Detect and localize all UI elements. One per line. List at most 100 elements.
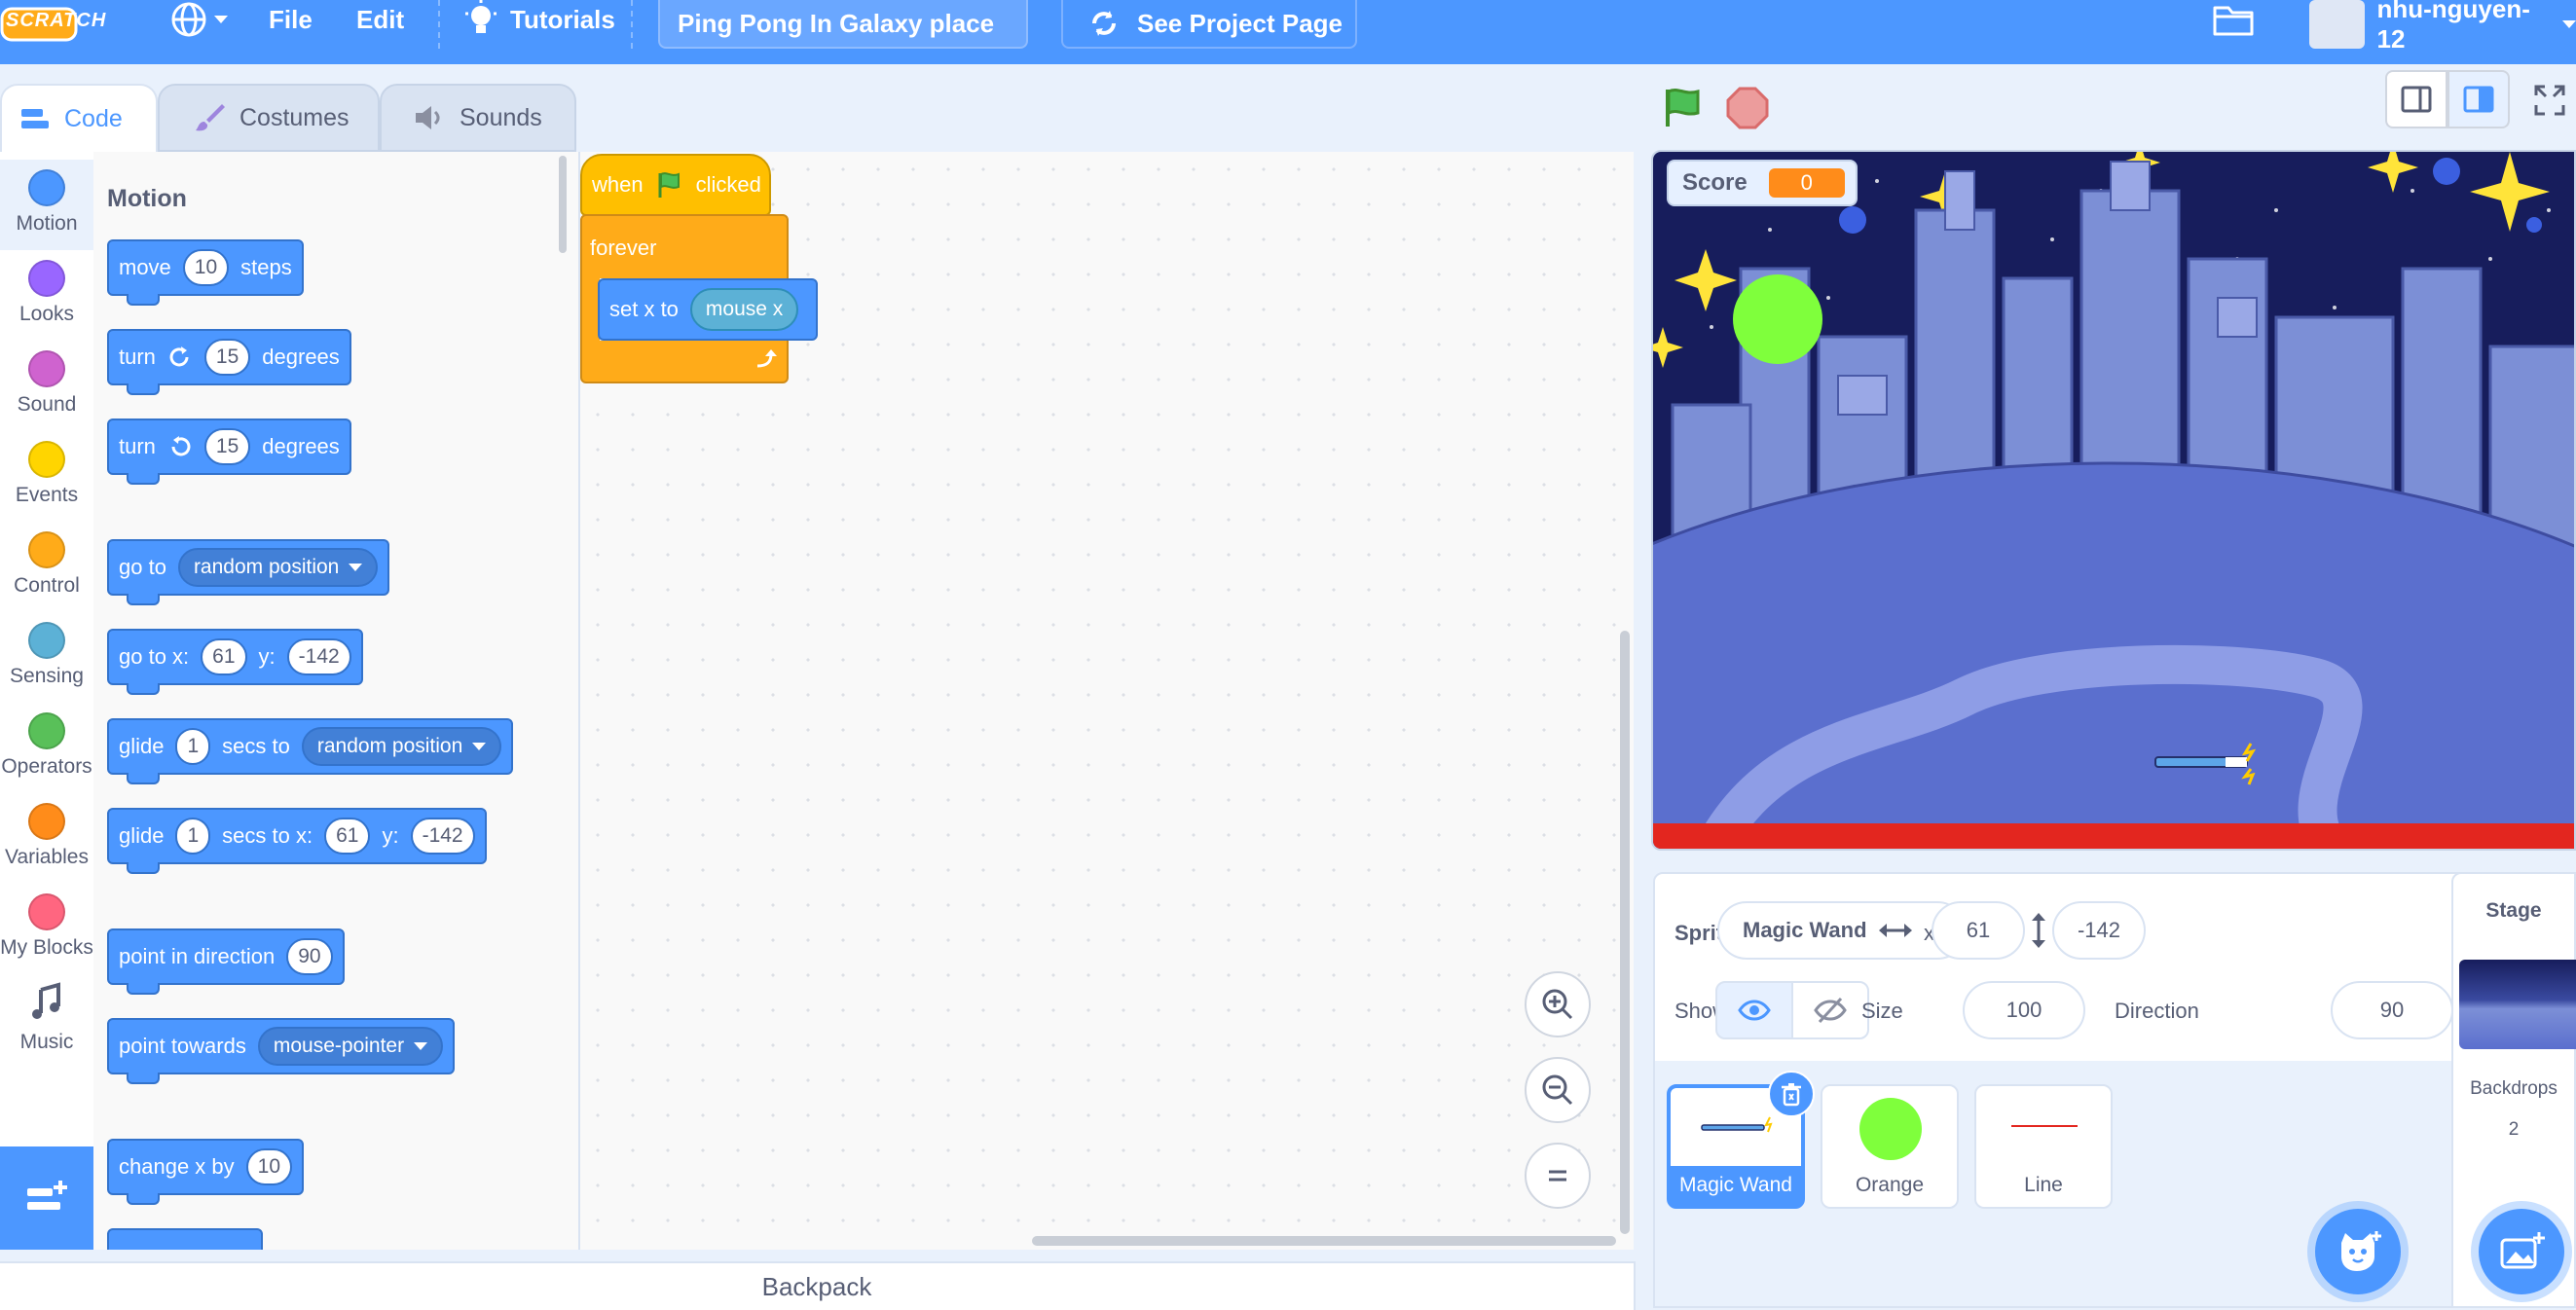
account-menu[interactable]: nhu-nguyen-12 — [2309, 0, 2576, 54]
y-input[interactable]: -142 — [2052, 901, 2146, 960]
category-music[interactable]: Music — [0, 974, 93, 1065]
score-monitor[interactable]: Score 0 — [1667, 160, 1858, 206]
degrees-input[interactable]: 15 — [203, 428, 251, 465]
username: nhu-nguyen-12 — [2376, 0, 2530, 54]
stage-canvas[interactable] — [1651, 150, 2576, 851]
scratch-logo[interactable]: SCRATCH — [0, 0, 105, 49]
mouse-x-reporter[interactable]: mouse x — [689, 288, 799, 331]
block-turn-left[interactable]: turn 15 degrees — [107, 418, 351, 485]
category-sensing[interactable]: Sensing — [0, 612, 93, 703]
zoom-in-button[interactable] — [1525, 971, 1591, 1037]
script-horizontal-scrollbar[interactable] — [1032, 1236, 1616, 1246]
zoom-reset-button[interactable] — [1525, 1143, 1591, 1209]
y-input[interactable]: -142 — [286, 638, 351, 675]
direction-input[interactable]: 90 — [2331, 981, 2453, 1039]
size-input[interactable]: 100 — [1963, 981, 2085, 1039]
target-dropdown[interactable]: mouse-pointer — [257, 1027, 444, 1066]
fullscreen-button[interactable] — [2523, 74, 2576, 127]
zoom-out-button[interactable] — [1525, 1057, 1591, 1123]
orange-ball-sprite[interactable] — [1733, 274, 1822, 364]
edit-menu[interactable]: Edit — [356, 0, 404, 39]
category-menu: Motion Looks Sound Events Control Sensin… — [0, 152, 95, 1250]
sprite-name: Orange — [1855, 1174, 1925, 1196]
delete-sprite-button[interactable] — [1768, 1071, 1815, 1117]
palette-scrollbar[interactable] — [559, 156, 567, 253]
tutorials-button[interactable]: Tutorials — [463, 0, 615, 39]
project-title-input[interactable]: Ping Pong In Galaxy place — [658, 0, 1028, 49]
rotate-left-icon — [171, 436, 191, 456]
change-x-input[interactable]: 10 — [245, 1148, 292, 1185]
large-stage-button[interactable] — [2447, 70, 2510, 128]
block-turn-right[interactable]: turn 15 degrees — [107, 329, 351, 395]
block-glide-to[interactable]: glide 1 secs to random position — [107, 718, 514, 784]
tab-code-label: Code — [64, 104, 123, 132]
block-change-x[interactable]: change x by 10 — [107, 1139, 304, 1205]
when-flag-clicked-block[interactable]: when clicked — [580, 154, 771, 216]
tab-code[interactable]: Code — [0, 84, 158, 152]
menu-divider — [631, 0, 633, 49]
degrees-input[interactable]: 15 — [203, 339, 251, 376]
category-my-blocks[interactable]: My Blocks — [0, 884, 93, 974]
green-flag-icon — [658, 172, 680, 198]
script-vertical-scrollbar[interactable] — [1620, 631, 1630, 1234]
category-sound[interactable]: Sound — [0, 341, 93, 431]
sprite-tile-line[interactable]: Line — [1974, 1084, 2113, 1209]
language-menu[interactable] — [169, 0, 228, 39]
motion-dot — [28, 169, 65, 206]
block-point-towards[interactable]: point towards mouse-pointer — [107, 1018, 456, 1084]
block-move-steps[interactable]: move 10 steps — [107, 239, 304, 306]
show-hidden-button[interactable] — [1791, 981, 1869, 1039]
add-extension-button[interactable] — [0, 1146, 93, 1250]
tab-sounds[interactable]: Sounds — [380, 84, 576, 152]
x-input[interactable]: 61 — [201, 638, 247, 675]
secs-input[interactable]: 1 — [175, 818, 211, 855]
add-backdrop-button[interactable] — [2479, 1209, 2564, 1294]
category-control[interactable]: Control — [0, 522, 93, 612]
file-menu[interactable]: File — [269, 0, 313, 39]
green-flag-button[interactable] — [1659, 84, 1708, 132]
block-text: when — [592, 172, 644, 197]
category-looks[interactable]: Looks — [0, 250, 93, 341]
set-x-block[interactable]: set x to mouse x — [598, 278, 818, 341]
sensing-dot — [28, 622, 65, 659]
target-dropdown[interactable]: random position — [177, 548, 379, 587]
add-sprite-button[interactable] — [2315, 1209, 2401, 1294]
block-go-to-xy[interactable]: go to x: 61 y: -142 — [107, 629, 363, 695]
variables-dot — [28, 803, 65, 840]
category-variables[interactable]: Variables — [0, 793, 93, 884]
my-stuff-button[interactable] — [2212, 0, 2255, 39]
see-project-label: See Project Page — [1137, 8, 1343, 38]
tab-costumes[interactable]: Costumes — [158, 84, 380, 152]
x-input[interactable]: 61 — [1932, 901, 2025, 960]
block-point-in-direction[interactable]: point in direction 90 — [107, 928, 345, 995]
backpack-bar[interactable]: Backpack — [0, 1261, 1636, 1310]
show-visible-button[interactable] — [1715, 981, 1793, 1039]
magic-wand-sprite[interactable] — [2153, 740, 2261, 788]
stop-button[interactable] — [1723, 84, 1772, 132]
dropdown-value: random position — [193, 556, 340, 578]
direction-label: Direction — [2115, 999, 2199, 1023]
block-set-x-partial[interactable] — [107, 1228, 263, 1250]
sprite-info-panel: Sprite Magic Wand x 61 y -142 Show Size … — [1653, 872, 2494, 1063]
category-label: Operators — [1, 755, 92, 778]
block-go-to[interactable]: go to random position — [107, 539, 390, 605]
category-label: Control — [14, 574, 80, 597]
orange-thumbnail — [1859, 1098, 1922, 1160]
backdrops-label: Backdrops — [2470, 1078, 2558, 1099]
secs-input[interactable]: 1 — [175, 728, 211, 765]
see-project-page-button[interactable]: See Project Page — [1061, 0, 1357, 49]
menu-bar: SCRATCH File Edit Tutorials Ping Pong In… — [0, 0, 2576, 64]
y-input[interactable]: -142 — [410, 818, 475, 855]
x-input[interactable]: 61 — [324, 818, 371, 855]
sprite-tile-orange[interactable]: Orange — [1821, 1084, 1959, 1209]
target-dropdown[interactable]: random position — [301, 727, 502, 766]
chevron-down-icon — [214, 16, 228, 23]
steps-input[interactable]: 10 — [182, 249, 230, 286]
small-stage-button[interactable] — [2385, 70, 2447, 128]
category-operators[interactable]: Operators — [0, 703, 93, 793]
direction-input[interactable]: 90 — [286, 938, 333, 975]
dropdown-value: mouse-pointer — [273, 1035, 405, 1057]
category-motion[interactable]: Motion — [0, 160, 93, 250]
block-glide-xy[interactable]: glide 1 secs to x: 61 y: -142 — [107, 808, 487, 874]
category-events[interactable]: Events — [0, 431, 93, 522]
